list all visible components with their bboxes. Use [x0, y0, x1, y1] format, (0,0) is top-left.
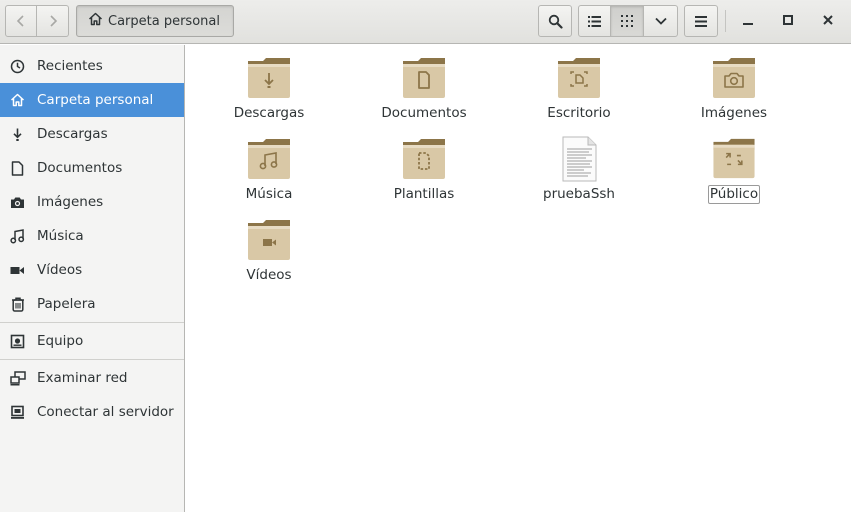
sidebar-item-videos[interactable]: Vídeos	[0, 253, 184, 287]
view-options-button[interactable]	[644, 5, 678, 37]
home-icon	[88, 12, 103, 30]
sidebar-item-label: Recientes	[37, 58, 103, 74]
sidebar-separator	[0, 322, 184, 323]
camera-icon	[9, 194, 26, 211]
grid-view-button[interactable]	[611, 5, 644, 37]
file-grid-view: Descargas Documentos Escritorio Imágenes…	[186, 45, 851, 512]
path-bar-home-button[interactable]: Carpeta personal	[76, 5, 234, 37]
sidebar-item-musica[interactable]: Música	[0, 219, 184, 253]
folder-publicshare-icon	[713, 138, 755, 179]
file-item-publico[interactable]: Público	[669, 128, 799, 204]
network-icon	[9, 370, 26, 387]
forward-button[interactable]	[37, 5, 69, 37]
file-item-videos[interactable]: Vídeos	[204, 209, 334, 285]
header-separator	[725, 10, 726, 32]
folder-music-icon	[248, 139, 290, 179]
menu-button[interactable]	[684, 5, 718, 37]
sidebar-item-label: Descargas	[37, 126, 108, 142]
back-button[interactable]	[5, 5, 37, 37]
folder-desktop-icon	[558, 58, 600, 98]
list-view-button[interactable]	[578, 5, 611, 37]
file-item-pruebassh[interactable]: pruebaSsh	[514, 128, 644, 204]
sidebar-item-carpeta-personal[interactable]: Carpeta personal	[0, 83, 184, 117]
file-item-musica[interactable]: Música	[204, 128, 334, 204]
video-icon	[9, 262, 26, 279]
sidebar-item-label: Música	[37, 228, 84, 244]
sidebar-item-label: Equipo	[37, 333, 84, 349]
file-item-escritorio[interactable]: Escritorio	[514, 47, 644, 123]
file-name: Escritorio	[547, 105, 611, 121]
sidebar-item-papelera[interactable]: Papelera	[0, 287, 184, 321]
sidebar-item-label: Conectar al servidor	[37, 404, 174, 420]
file-name: Público	[707, 185, 761, 204]
trash-icon	[9, 296, 26, 313]
server-icon	[9, 404, 26, 421]
file-item-descargas[interactable]: Descargas	[204, 47, 334, 123]
sidebar-item-label: Examinar red	[37, 370, 128, 386]
chevron-down-icon	[654, 16, 668, 26]
go-previous-icon	[14, 14, 28, 28]
music-icon	[9, 228, 26, 245]
grid-view-icon	[621, 15, 633, 27]
sidebar-item-label: Vídeos	[37, 262, 83, 278]
computer-icon	[9, 333, 26, 350]
maximize-button[interactable]	[773, 6, 803, 36]
sidebar-item-label: Carpeta personal	[37, 92, 154, 108]
home-icon	[9, 92, 26, 109]
sidebar-item-descargas[interactable]: Descargas	[0, 117, 184, 151]
maximize-icon	[783, 14, 793, 29]
sidebar-item-label: Imágenes	[37, 194, 104, 210]
folder-templates-icon	[403, 139, 445, 179]
sidebar-item-label: Documentos	[37, 160, 123, 176]
minimize-icon	[743, 14, 753, 29]
folder-pictures-icon	[713, 58, 755, 98]
folder-videos-icon	[248, 220, 290, 260]
sidebar-item-documentos[interactable]: Documentos	[0, 151, 184, 185]
file-item-plantillas[interactable]: Plantillas	[359, 128, 489, 204]
list-view-icon	[588, 15, 601, 27]
header-bar: Carpeta personal	[0, 0, 851, 44]
clock-icon	[9, 58, 26, 75]
search-button[interactable]	[538, 5, 572, 37]
sidebar-item-equipo[interactable]: Equipo	[0, 324, 184, 358]
minimize-button[interactable]	[733, 6, 763, 36]
sidebar-item-conectar-servidor[interactable]: Conectar al servidor	[0, 395, 184, 429]
sidebar-separator	[0, 359, 184, 360]
go-next-icon	[46, 14, 60, 28]
file-name: Vídeos	[246, 267, 292, 283]
folder-download-icon	[248, 58, 290, 98]
sidebar-item-examinar-red[interactable]: Examinar red	[0, 361, 184, 395]
sidebar: Recientes Carpeta personal Descargas Doc…	[0, 45, 185, 512]
download-icon	[9, 126, 26, 143]
sidebar-item-recientes[interactable]: Recientes	[0, 49, 184, 83]
text-file-icon	[562, 136, 597, 182]
file-name: Música	[245, 186, 293, 202]
path-label: Carpeta personal	[108, 13, 220, 29]
folder-documents-icon	[403, 58, 445, 98]
file-item-documentos[interactable]: Documentos	[359, 47, 489, 123]
file-name: pruebaSsh	[543, 186, 615, 202]
file-item-imagenes[interactable]: Imágenes	[669, 47, 799, 123]
file-name: Documentos	[381, 105, 467, 121]
document-icon	[9, 160, 26, 177]
sidebar-item-label: Papelera	[37, 296, 96, 312]
hamburger-menu-icon	[695, 15, 707, 27]
close-icon	[823, 14, 833, 29]
file-name: Plantillas	[393, 186, 455, 202]
sidebar-item-imagenes[interactable]: Imágenes	[0, 185, 184, 219]
file-name: Imágenes	[700, 105, 768, 121]
search-icon	[548, 14, 563, 29]
close-button[interactable]	[813, 6, 843, 36]
file-name: Descargas	[233, 105, 305, 121]
